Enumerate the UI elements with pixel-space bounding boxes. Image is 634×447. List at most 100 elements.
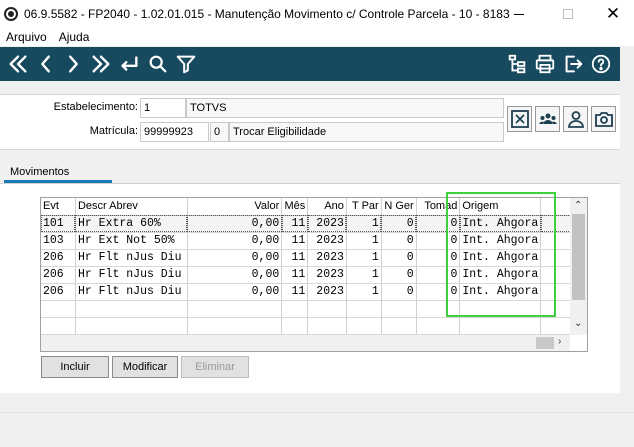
cell-evt: 103	[41, 232, 76, 250]
estabelecimento-code-field[interactable]: 1	[140, 98, 186, 118]
close-window-button[interactable]: ✕	[590, 0, 634, 28]
first-icon[interactable]	[6, 52, 30, 76]
table-row[interactable]: 206 Hr Flt nJus Diu 0,00 11 2023 1 0 0 I…	[41, 249, 587, 267]
cell-nger: 0	[381, 232, 417, 250]
scroll-right-icon[interactable]: ›	[558, 336, 561, 347]
title-bar: 06.9.5582 - FP2040 - 1.02.01.015 - Manut…	[0, 0, 634, 28]
print-icon[interactable]	[533, 52, 557, 76]
vertical-scroll-thumb[interactable]	[572, 214, 585, 300]
group-users-button[interactable]	[535, 106, 560, 132]
scroll-down-icon[interactable]: ⌄	[574, 318, 582, 329]
table-row[interactable]: 206 Hr Flt nJus Diu 0,00 11 2023 1 0 0 I…	[41, 266, 587, 284]
grid-horizontal-scrollbar[interactable]: ›	[41, 335, 570, 351]
next-icon[interactable]	[61, 52, 85, 76]
movimentos-grid[interactable]: Evt Descr Abrev Valor Mês Ano T Par N Ge…	[40, 197, 588, 352]
cell-descr: Hr Ext Not 50%	[75, 232, 188, 250]
maximize-icon	[563, 9, 573, 19]
cell-tpar: 1	[346, 249, 382, 267]
col-header-origem[interactable]: Origem	[459, 198, 542, 216]
estabelecimento-name-field: TOTVS	[186, 98, 504, 118]
cell-evt: 206	[41, 283, 76, 301]
col-header-ano[interactable]: Ano	[307, 198, 347, 216]
previous-icon[interactable]	[34, 52, 58, 76]
cell-tomad: 0	[416, 249, 461, 267]
hierarchy-icon[interactable]	[505, 52, 529, 76]
estabelecimento-label: Estabelecimento:	[53, 101, 138, 113]
scroll-up-icon[interactable]: ⌃	[574, 200, 582, 211]
table-row[interactable]: 206 Hr Flt nJus Diu 0,00 11 2023 1 0 0 I…	[41, 283, 587, 301]
return-icon[interactable]	[117, 52, 141, 76]
cell-origem: Int. Ahgora	[459, 283, 542, 301]
col-header-nger[interactable]: N Ger	[381, 198, 417, 216]
last-icon[interactable]	[89, 52, 113, 76]
cancel-selection-button[interactable]	[507, 106, 532, 132]
window-title: 06.9.5582 - FP2040 - 1.02.01.015 - Manut…	[24, 7, 510, 21]
movimentos-table: Evt Descr Abrev Valor Mês Ano T Par N Ge…	[41, 198, 587, 335]
cell-valor: 0,00	[187, 232, 283, 250]
cell-valor: 0,00	[187, 249, 283, 267]
modificar-button-label: Modificar	[122, 361, 168, 373]
col-header-mes[interactable]: Mês	[281, 198, 309, 216]
cell-tpar: 1	[346, 232, 382, 250]
cell-valor: 0,00	[187, 215, 283, 233]
cell-tpar: 1	[346, 266, 382, 284]
cell-nger: 0	[381, 283, 417, 301]
cell-nger: 0	[381, 249, 417, 267]
cell-valor: 0,00	[187, 283, 283, 301]
horizontal-scroll-thumb[interactable]	[536, 337, 554, 349]
grid-vertical-scrollbar[interactable]: ⌃ ⌄	[570, 198, 587, 335]
cell-mes: 11	[281, 232, 309, 250]
table-row[interactable]: 101 Hr Extra 60% 0,00 11 2023 1 0 0 Int.…	[41, 215, 587, 233]
matricula-code-field[interactable]: 99999923	[140, 122, 209, 142]
menu-arquivo[interactable]: Arquivo	[6, 30, 47, 44]
cell-ano: 2023	[307, 283, 347, 301]
cell-descr: Hr Extra 60%	[75, 215, 188, 233]
cell-ano: 2023	[307, 249, 347, 267]
cell-origem: Int. Ahgora	[459, 249, 542, 267]
matricula-digit-field: 0	[210, 122, 229, 142]
menu-bar: Arquivo Ajuda	[0, 28, 634, 46]
minimize-button[interactable]	[496, 0, 542, 28]
eliminar-button: Eliminar	[181, 356, 249, 378]
cell-tomad: 0	[416, 283, 461, 301]
cell-origem: Int. Ahgora	[459, 232, 542, 250]
menu-ajuda[interactable]: Ajuda	[59, 30, 90, 44]
matricula-name-field: Trocar Eligibilidade	[229, 122, 504, 142]
cell-evt: 206	[41, 249, 76, 267]
cell-tomad: 0	[416, 266, 461, 284]
exit-icon[interactable]	[561, 52, 585, 76]
cell-tomad: 0	[416, 215, 461, 233]
col-header-tomad[interactable]: Tomad	[416, 198, 461, 216]
app-window: 06.9.5582 - FP2040 - 1.02.01.015 - Manut…	[0, 0, 634, 447]
toolbar	[0, 47, 620, 81]
cell-tomad: 0	[416, 232, 461, 250]
col-header-evt[interactable]: Evt	[41, 198, 76, 216]
cell-origem: Int. Ahgora	[459, 266, 542, 284]
col-header-valor[interactable]: Valor	[187, 198, 283, 216]
cell-mes: 11	[281, 283, 309, 301]
grid-header-row: Evt Descr Abrev Valor Mês Ano T Par N Ge…	[41, 198, 587, 216]
table-row[interactable]: 103 Hr Ext Not 50% 0,00 11 2023 1 0 0 In…	[41, 232, 587, 250]
maximize-button[interactable]	[545, 0, 591, 28]
cell-mes: 11	[281, 266, 309, 284]
search-icon[interactable]	[146, 52, 170, 76]
cell-descr: Hr Flt nJus Diu	[75, 283, 188, 301]
user-icon[interactable]	[563, 106, 588, 132]
cell-tpar: 1	[346, 215, 382, 233]
matricula-label: Matrícula:	[89, 125, 138, 137]
tab-movimentos[interactable]: Movimentos	[4, 163, 112, 183]
cell-mes: 11	[281, 249, 309, 267]
modificar-button[interactable]: Modificar	[112, 356, 178, 378]
filter-icon[interactable]	[174, 52, 198, 76]
camera-icon[interactable]	[591, 106, 616, 132]
col-header-descr[interactable]: Descr Abrev	[75, 198, 188, 216]
help-icon[interactable]	[589, 52, 613, 76]
incluir-button[interactable]: Incluir	[41, 356, 109, 378]
empty-row	[41, 300, 587, 318]
cell-ano: 2023	[307, 232, 347, 250]
incluir-button-label: Incluir	[60, 361, 90, 373]
eliminar-button-label: Eliminar	[195, 361, 235, 373]
cell-ano: 2023	[307, 266, 347, 284]
cell-nger: 0	[381, 266, 417, 284]
col-header-tpar[interactable]: T Par	[346, 198, 382, 216]
